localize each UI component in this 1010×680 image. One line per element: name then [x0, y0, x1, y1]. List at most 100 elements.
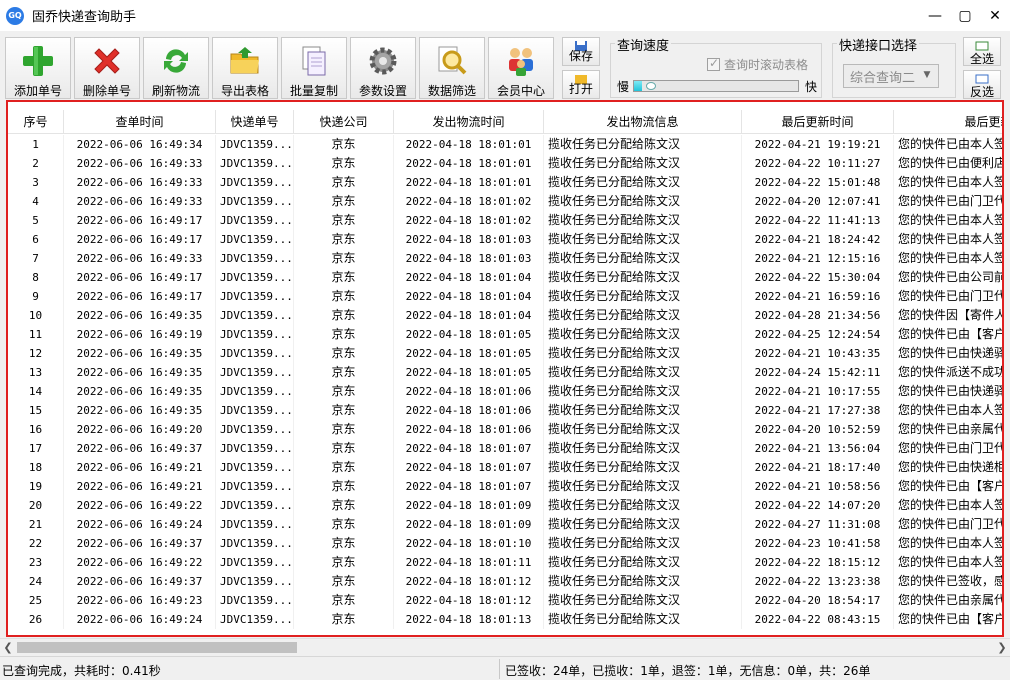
status-divider: [499, 659, 500, 679]
table-row[interactable]: 25 2022-06-06 16:49:23 JDVC1359... 京东 2022-0…: [8, 591, 1002, 610]
data-filter-button[interactable]: 数据筛选: [419, 37, 485, 99]
speed-slider-fill: [634, 81, 643, 91]
invert-selection-button[interactable]: 反选: [963, 70, 1001, 99]
column-header-tracking-number[interactable]: 快递单号: [216, 110, 294, 134]
cell-ship-time: 2022-04-18 18:01:05: [394, 344, 544, 363]
table-row[interactable]: 20 2022-06-06 16:49:22 JDVC1359... 京东 2022-0…: [8, 496, 1002, 515]
table-row[interactable]: 11 2022-06-06 16:49:19 JDVC1359... 京东 2022-0…: [8, 325, 1002, 344]
data-filter-label: 数据筛选: [427, 84, 476, 98]
cell-last-update-info: 您的快件已签收，感: [894, 572, 1002, 591]
table-row[interactable]: 7 2022-06-06 16:49:33 JDVC1359... 京东 2022-04…: [8, 249, 1002, 268]
table-row[interactable]: 3 2022-06-06 16:49:33 JDVC1359... 京东 2022-04…: [8, 173, 1002, 192]
cell-tracking-number: JDVC1359...: [216, 610, 294, 629]
cell-ship-info: 揽收任务已分配给陈文汉: [544, 192, 742, 211]
results-table[interactable]: 序号 查单时间 快递单号 快递公司 发出物流时间 发出物流信息 最后更新时间 最…: [6, 100, 1004, 637]
table-row[interactable]: 26 2022-06-06 16:49:24 JDVC1359... 京东 2022-0…: [8, 610, 1002, 629]
table-row[interactable]: 14 2022-06-06 16:49:35 JDVC1359... 京东 2022-0…: [8, 382, 1002, 401]
cell-index: 7: [8, 249, 64, 268]
open-label: 打开: [568, 82, 593, 96]
table-row[interactable]: 8 2022-06-06 16:49:17 JDVC1359... 京东 2022-04…: [8, 268, 1002, 287]
table-row[interactable]: 16 2022-06-06 16:49:20 JDVC1359... 京东 2022-0…: [8, 420, 1002, 439]
cell-courier: 京东: [294, 515, 394, 534]
table-row[interactable]: 1 2022-06-06 16:49:34 JDVC1359... 京东 2022-04…: [8, 135, 1002, 154]
cell-query-time: 2022-06-06 16:49:17: [64, 268, 216, 287]
table-row[interactable]: 23 2022-06-06 16:49:22 JDVC1359... 京东 2022-0…: [8, 553, 1002, 572]
scroll-checkbox-box[interactable]: [707, 56, 720, 71]
api-select[interactable]: 综合查询二 ▼: [843, 64, 939, 88]
horizontal-scrollbar[interactable]: ❮ ❯: [0, 638, 1010, 655]
cell-query-time: 2022-06-06 16:49:34: [64, 135, 216, 154]
table-row[interactable]: 21 2022-06-06 16:49:24 JDVC1359... 京东 2022-0…: [8, 515, 1002, 534]
table-row[interactable]: 5 2022-06-06 16:49:17 JDVC1359... 京东 2022-04…: [8, 211, 1002, 230]
batch-copy-label: 批量复制: [289, 84, 338, 98]
scrollbar-thumb[interactable]: [17, 642, 297, 653]
cell-last-update-info: 您的快件已由本人签: [894, 249, 1002, 268]
table-row[interactable]: 18 2022-06-06 16:49:21 JDVC1359... 京东 2022-0…: [8, 458, 1002, 477]
cell-courier: 京东: [294, 420, 394, 439]
column-header-query-time[interactable]: 查单时间: [64, 110, 216, 134]
table-row[interactable]: 17 2022-06-06 16:49:37 JDVC1359... 京东 2022-0…: [8, 439, 1002, 458]
column-header-ship-info[interactable]: 发出物流信息: [544, 110, 742, 134]
cell-query-time: 2022-06-06 16:49:24: [64, 515, 216, 534]
batch-copy-button[interactable]: 批量复制: [281, 37, 347, 99]
cell-query-time: 2022-06-06 16:49:20: [64, 420, 216, 439]
cell-query-time: 2022-06-06 16:49:33: [64, 249, 216, 268]
cell-tracking-number: JDVC1359...: [216, 591, 294, 610]
member-center-button[interactable]: 会员中心: [488, 37, 554, 99]
table-row[interactable]: 22 2022-06-06 16:49:37 JDVC1359... 京东 2022-0…: [8, 534, 1002, 553]
cell-tracking-number: JDVC1359...: [216, 268, 294, 287]
cell-courier: 京东: [294, 572, 394, 591]
cell-ship-info: 揽收任务已分配给陈文汉: [544, 458, 742, 477]
table-row[interactable]: 12 2022-06-06 16:49:35 JDVC1359... 京东 2022-0…: [8, 344, 1002, 363]
settings-button[interactable]: 参数设置: [350, 37, 416, 99]
table-row[interactable]: 4 2022-06-06 16:49:33 JDVC1359... 京东 2022-04…: [8, 192, 1002, 211]
column-header-last-update-info[interactable]: 最后更新物流: [894, 110, 1002, 134]
cell-index: 8: [8, 268, 64, 287]
cell-query-time: 2022-06-06 16:49:33: [64, 154, 216, 173]
cell-query-time: 2022-06-06 16:49:22: [64, 496, 216, 515]
cell-last-update-time: 2022-04-21 18:17:40: [742, 458, 894, 477]
speed-slider[interactable]: [633, 80, 799, 92]
add-number-button[interactable]: 添加单号: [5, 37, 71, 99]
column-header-ship-time[interactable]: 发出物流时间: [394, 110, 544, 134]
cell-ship-info: 揽收任务已分配给陈文汉: [544, 135, 742, 154]
cell-last-update-info: 您的快件已由快递柜: [894, 458, 1002, 477]
close-button[interactable]: ✕: [980, 0, 1010, 31]
maximize-button[interactable]: ▢: [950, 0, 980, 31]
cell-last-update-time: 2022-04-21 19:19:21: [742, 135, 894, 154]
cell-index: 12: [8, 344, 64, 363]
scroll-right-icon[interactable]: ❯: [994, 639, 1010, 656]
table-row[interactable]: 24 2022-06-06 16:49:37 JDVC1359... 京东 2022-0…: [8, 572, 1002, 591]
select-all-button[interactable]: 全选: [963, 37, 1001, 66]
table-row[interactable]: 10 2022-06-06 16:49:35 JDVC1359... 京东 2022-0…: [8, 306, 1002, 325]
cell-tracking-number: JDVC1359...: [216, 211, 294, 230]
cell-last-update-time: 2022-04-22 18:15:12: [742, 553, 894, 572]
cell-last-update-time: 2022-04-23 10:41:58: [742, 534, 894, 553]
table-row[interactable]: 15 2022-06-06 16:49:35 JDVC1359... 京东 2022-0…: [8, 401, 1002, 420]
refresh-logistics-button[interactable]: 刷新物流: [143, 37, 209, 99]
open-button[interactable]: 打开: [562, 70, 600, 99]
cell-last-update-time: 2022-04-22 08:43:15: [742, 610, 894, 629]
cell-index: 26: [8, 610, 64, 629]
table-row[interactable]: 9 2022-06-06 16:49:17 JDVC1359... 京东 2022-04…: [8, 287, 1002, 306]
scroll-checkbox[interactable]: 查询时滚动表格: [707, 56, 808, 73]
table-row[interactable]: 6 2022-06-06 16:49:17 JDVC1359... 京东 2022-04…: [8, 230, 1002, 249]
table-row[interactable]: 19 2022-06-06 16:49:21 JDVC1359... 京东 2022-0…: [8, 477, 1002, 496]
scroll-left-icon[interactable]: ❮: [0, 639, 16, 656]
column-header-courier[interactable]: 快递公司: [294, 110, 394, 134]
cell-ship-info: 揽收任务已分配给陈文汉: [544, 249, 742, 268]
cell-query-time: 2022-06-06 16:49:37: [64, 572, 216, 591]
table-row[interactable]: 13 2022-06-06 16:49:35 JDVC1359... 京东 2022-0…: [8, 363, 1002, 382]
cell-last-update-time: 2022-04-20 12:07:41: [742, 192, 894, 211]
cell-tracking-number: JDVC1359...: [216, 458, 294, 477]
column-header-last-update-time[interactable]: 最后更新时间: [742, 110, 894, 134]
speed-slider-thumb[interactable]: [646, 82, 657, 90]
save-button[interactable]: 保存: [562, 37, 600, 66]
column-header-index[interactable]: 序号: [8, 110, 64, 134]
table-row[interactable]: 2 2022-06-06 16:49:33 JDVC1359... 京东 2022-04…: [8, 154, 1002, 173]
cell-last-update-info: 您的快件已由本人签: [894, 135, 1002, 154]
delete-number-button[interactable]: 删除单号: [74, 37, 140, 99]
cell-index: 14: [8, 382, 64, 401]
minimize-button[interactable]: —: [920, 0, 950, 31]
export-table-button[interactable]: 导出表格: [212, 37, 278, 99]
